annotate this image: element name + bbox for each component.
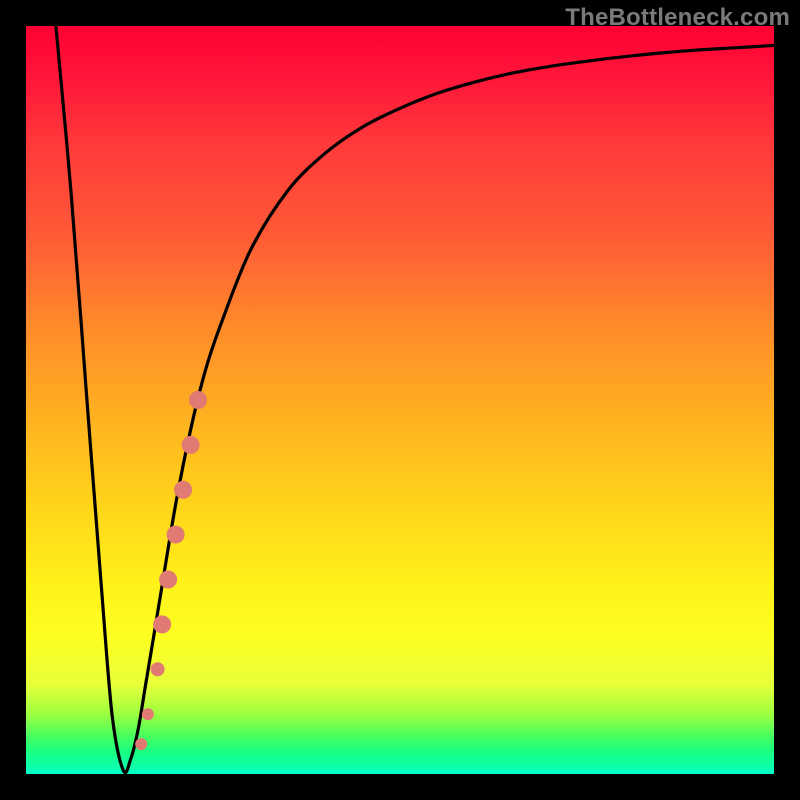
data-marker [159, 571, 177, 589]
data-marker [189, 391, 207, 409]
data-marker [151, 662, 165, 676]
data-marker [135, 738, 147, 750]
plot-area [26, 26, 774, 774]
data-marker [182, 436, 200, 454]
data-marker [142, 708, 154, 720]
data-marker [153, 615, 171, 633]
bottleneck-curve [56, 26, 774, 773]
chart-frame: TheBottleneck.com [0, 0, 800, 800]
chart-svg [26, 26, 774, 774]
data-marker [174, 481, 192, 499]
watermark-text: TheBottleneck.com [565, 4, 790, 32]
marker-group [135, 391, 207, 750]
data-marker [167, 526, 185, 544]
